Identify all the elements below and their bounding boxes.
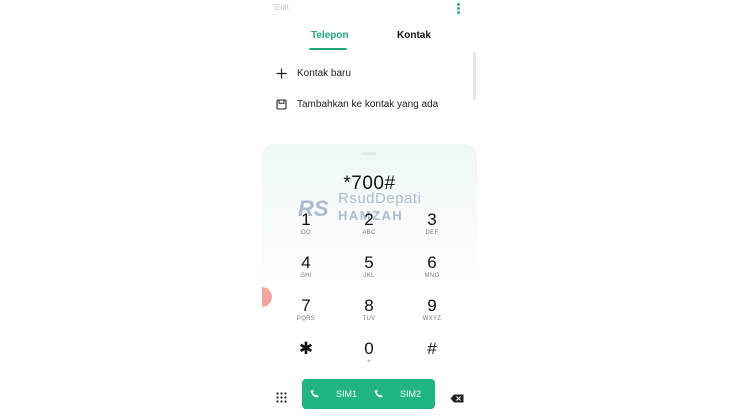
save-icon (275, 98, 287, 110)
new-contact-label: Kontak baru (297, 67, 351, 79)
call-sim1-button[interactable]: SIM1 (310, 379, 357, 409)
sim2-label: SIM2 (400, 389, 422, 399)
key-star[interactable]: ✱ (281, 340, 331, 358)
key-letters: OO (301, 230, 311, 236)
key-letters: GHI (300, 273, 312, 279)
tab-kontak[interactable]: Kontak (397, 30, 431, 41)
key-letters: + (367, 359, 371, 365)
key-digit: # (427, 339, 437, 358)
sim1-label: SIM1 (336, 389, 358, 399)
new-contact-action[interactable]: Kontak baru (275, 66, 351, 80)
add-to-existing-contact-label: Tambahkan ke kontak yang ada (297, 98, 439, 110)
key-digit: 6 (427, 253, 437, 272)
key-0[interactable]: 0 + (344, 340, 394, 366)
key-7[interactable]: 7 PQRS (281, 297, 331, 323)
key-9[interactable]: 9 WXYZ (407, 297, 457, 323)
key-digit: ✱ (298, 339, 314, 358)
key-letters: JKL (363, 273, 375, 279)
key-letters: WXYZ (422, 316, 442, 322)
key-5[interactable]: 5 JKL (344, 254, 394, 280)
key-8[interactable]: 8 TUV (344, 297, 394, 323)
key-digit: 8 (364, 296, 374, 315)
key-digit: 7 (301, 296, 311, 315)
call-button-bar: SIM1 SIM2 (302, 379, 435, 409)
key-letters: DEF (425, 230, 439, 236)
edit-button[interactable]: Edit (275, 3, 289, 12)
key-digit: 9 (427, 296, 437, 315)
key-digit: 5 (364, 253, 374, 272)
key-letters: MNO (424, 273, 440, 279)
backspace-icon[interactable] (450, 390, 464, 403)
key-digit: 3 (427, 210, 437, 229)
tab-telepon[interactable]: Telepon (311, 30, 349, 41)
plus-icon (275, 67, 287, 79)
call-sim2-button[interactable]: SIM2 (374, 379, 421, 409)
add-to-existing-contact-action[interactable]: Tambahkan ke kontak yang ada (275, 97, 438, 111)
key-6[interactable]: 6 MNO (407, 254, 457, 280)
key-3[interactable]: 3 DEF (407, 211, 457, 237)
key-1[interactable]: 1 OO (281, 211, 331, 237)
key-digit: 2 (364, 210, 374, 229)
key-digit: 4 (301, 253, 311, 272)
key-letters: TUV (362, 316, 376, 322)
scrollbar[interactable] (473, 52, 476, 100)
active-tab-indicator (309, 48, 347, 50)
dialpad-drag-handle[interactable] (362, 152, 376, 155)
more-options-icon[interactable] (457, 3, 461, 14)
key-4[interactable]: 4 GHI (281, 254, 331, 280)
phone-icon (310, 389, 320, 399)
key-digit: 0 (364, 339, 374, 358)
key-letters: PQRS (296, 316, 316, 322)
key-2[interactable]: 2 ABC (344, 211, 394, 237)
key-digit: 1 (301, 210, 311, 229)
phone-icon (374, 389, 384, 399)
key-hash[interactable]: # (407, 340, 457, 358)
key-letters: ABC (362, 230, 376, 236)
dialpad-toggle-icon[interactable] (276, 390, 287, 403)
watermark-line1: RsudDepati (338, 190, 422, 207)
